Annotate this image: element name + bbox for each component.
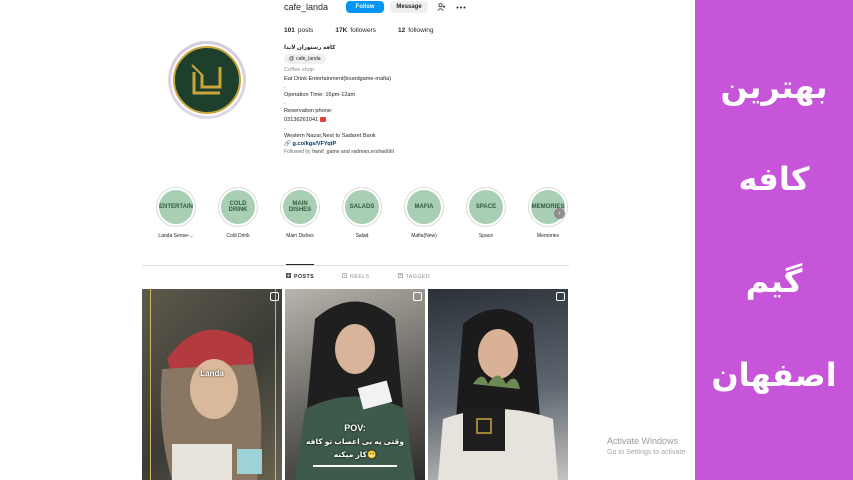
- story-highlight[interactable]: SPACE Space: [465, 187, 507, 239]
- post-thumbnail[interactable]: POV: وقتی یه بی اعصاب تو کافه کار میکنه😬: [285, 289, 425, 480]
- activate-windows-subtitle: Go to Settings to activate: [607, 449, 686, 456]
- highlight-label: Landa Sense-...: [158, 233, 194, 239]
- bio-line: 03136261041: [284, 116, 504, 124]
- highlight-cover: MAFIA: [404, 187, 444, 227]
- highlight-cover: ENTERTAIN: [156, 187, 196, 227]
- post-thumbnail[interactable]: [428, 289, 568, 480]
- bio-link[interactable]: 🔗 g.co/kgs/VFYqtP: [284, 140, 504, 148]
- post-caption-line: کار میکنه😬: [333, 450, 377, 459]
- post-thumbnail[interactable]: Landa: [142, 289, 282, 480]
- profile-bio: کافه رستوران لاندا @ cafe_landa Coffee s…: [284, 44, 504, 157]
- phone-emoji-icon: [319, 116, 326, 122]
- reel-icon: [413, 292, 422, 301]
- profile-stats: 101 posts 17K followers 12 following: [284, 27, 434, 34]
- highlight-label: Salad: [355, 233, 369, 239]
- message-button[interactable]: Message: [390, 1, 429, 13]
- highlight-label: Space: [478, 233, 494, 239]
- reel-icon: [556, 292, 565, 301]
- tab-tagged[interactable]: TAGGED: [397, 273, 431, 280]
- bio-line: Eat Drink Entertainment(boardgame-mafia): [284, 75, 391, 82]
- profile-tabs: POSTS REELS TAGGED: [286, 273, 430, 280]
- story-highlight[interactable]: MAFIA Mafia(New): [403, 187, 445, 239]
- profile-header: cafe_landa Follow Message: [284, 0, 468, 14]
- add-person-icon[interactable]: [434, 1, 448, 13]
- followers-stat[interactable]: 17K followers: [335, 27, 376, 34]
- highlight-cover: SALADS: [342, 187, 382, 227]
- reel-icon: [270, 292, 279, 301]
- bio-line: .: [284, 124, 286, 131]
- highlight-cover: MAIN DISHES: [280, 187, 320, 227]
- activate-windows-title: Activate Windows: [607, 436, 679, 446]
- tabs-divider: [142, 265, 569, 266]
- follow-button[interactable]: Follow: [346, 1, 385, 13]
- posts-stat: 101 posts: [284, 27, 314, 34]
- post-caption-line: وقتی یه بی اعصاب تو کافه: [305, 437, 404, 446]
- tab-posts[interactable]: POSTS: [286, 273, 314, 280]
- highlight-label: Mafia(New): [411, 233, 437, 239]
- bio-line: Western Nazar,Next to Sadaret Bank: [284, 133, 376, 140]
- tab-reels[interactable]: REELS: [342, 273, 370, 280]
- promo-line-3: گیم: [745, 262, 803, 300]
- bio-line: Reservation phone:: [284, 108, 333, 115]
- post-caption-title: POV:: [344, 423, 366, 433]
- highlight-cover: MEMORIES: [528, 187, 568, 227]
- highlight-cover-text: SPACE: [469, 190, 503, 224]
- tagged-icon: [397, 273, 403, 280]
- highlight-cover-text: MAIN DISHES: [283, 190, 317, 224]
- highlight-label: Main Dishes: [286, 233, 314, 239]
- promo-line-4: اصفهان: [711, 356, 837, 394]
- category: Coffee shop: [284, 67, 315, 74]
- woman-holding-plant-image: [438, 309, 558, 480]
- posts-grid: Landa POV: وقتی یه بی اعصاب تو کافه کار …: [142, 289, 568, 480]
- highlight-cover-text: MAFIA: [407, 190, 441, 224]
- story-highlight[interactable]: COLD DRINK Cold Drink: [217, 187, 259, 239]
- promo-line-1: بهترین: [720, 68, 828, 106]
- following-stat[interactable]: 12 following: [398, 27, 434, 34]
- promo-panel: بهترین کافه گیم اصفهان: [695, 0, 853, 480]
- more-options-icon[interactable]: [454, 1, 468, 13]
- highlight-cover-text: ENTERTAIN: [159, 190, 193, 224]
- display-name: کافه رستوران لاندا: [284, 45, 336, 51]
- threads-icon: @: [289, 56, 295, 63]
- grid-icon: [286, 273, 292, 280]
- post-logo-text: Landa: [200, 369, 224, 378]
- threads-badge[interactable]: @ cafe_landa: [284, 54, 326, 65]
- highlight-cover-text: COLD DRINK: [221, 190, 255, 224]
- story-highlights: ENTERTAIN Landa Sense-... COLD DRINK Cold D…: [155, 187, 569, 239]
- woman-with-beanie-image: [160, 329, 262, 480]
- highlight-cover: SPACE: [466, 187, 506, 227]
- story-highlight[interactable]: MAIN DISHES Main Dishes: [279, 187, 321, 239]
- story-highlight[interactable]: SALADS Salad: [341, 187, 383, 239]
- bio-line: Operation Time: 16pm-12am: [284, 92, 356, 99]
- username: cafe_landa: [284, 2, 329, 12]
- avatar[interactable]: [168, 41, 246, 119]
- active-tab-indicator: [286, 264, 314, 265]
- highlight-cover: COLD DRINK: [218, 187, 258, 227]
- highlight-cover-text: SALADS: [345, 190, 379, 224]
- instagram-profile: cafe_landa Follow Message 101 posts 17K fo…: [0, 0, 695, 480]
- bio-line: .: [284, 83, 286, 90]
- story-highlight[interactable]: ENTERTAIN Landa Sense-...: [155, 187, 197, 239]
- highlight-label: Cold Drink: [226, 233, 250, 239]
- bio-line: .: [284, 100, 286, 107]
- highlight-label: Memories: [537, 233, 559, 239]
- promo-line-2: کافه: [738, 160, 810, 198]
- landa-logo-icon: [173, 46, 241, 114]
- reels-icon: [342, 273, 348, 280]
- link-icon: 🔗: [284, 141, 291, 148]
- highlights-next-button[interactable]: ›: [554, 208, 565, 219]
- followed-by[interactable]: Followed by hanil_game and radman.ershad…: [284, 148, 504, 156]
